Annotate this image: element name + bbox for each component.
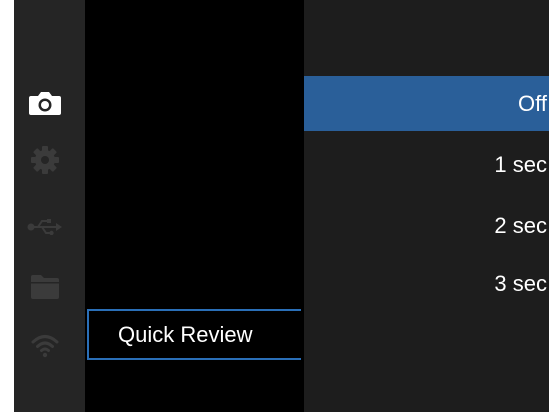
menu-item-quick-review[interactable]: Quick Review: [87, 309, 301, 360]
usb-icon[interactable]: [27, 212, 63, 242]
option-2-sec[interactable]: 2 sec: [304, 198, 549, 253]
option-label: 1 sec: [494, 152, 547, 177]
options-panel: Off 1 sec 2 sec 3 sec: [304, 0, 549, 412]
category-sidebar: [14, 0, 85, 412]
option-1-sec[interactable]: 1 sec: [304, 137, 549, 192]
gear-icon[interactable]: [27, 145, 63, 175]
camera-icon[interactable]: [27, 88, 63, 118]
menu-item-label: Quick Review: [118, 322, 253, 347]
option-label: 3 sec: [494, 271, 547, 296]
camera-menu-frame: Quick Review Off 1 sec 2 sec 3 sec: [14, 0, 549, 412]
option-label: 2 sec: [494, 213, 547, 238]
settings-menu: Quick Review: [85, 0, 304, 412]
option-off[interactable]: Off: [304, 76, 549, 131]
wifi-icon[interactable]: [27, 330, 63, 360]
option-3-sec[interactable]: 3 sec: [304, 256, 549, 311]
folder-icon[interactable]: [27, 272, 63, 302]
camera-settings-screen: Quick Review Off 1 sec 2 sec 3 sec: [0, 0, 549, 412]
option-label: Off: [518, 91, 547, 116]
